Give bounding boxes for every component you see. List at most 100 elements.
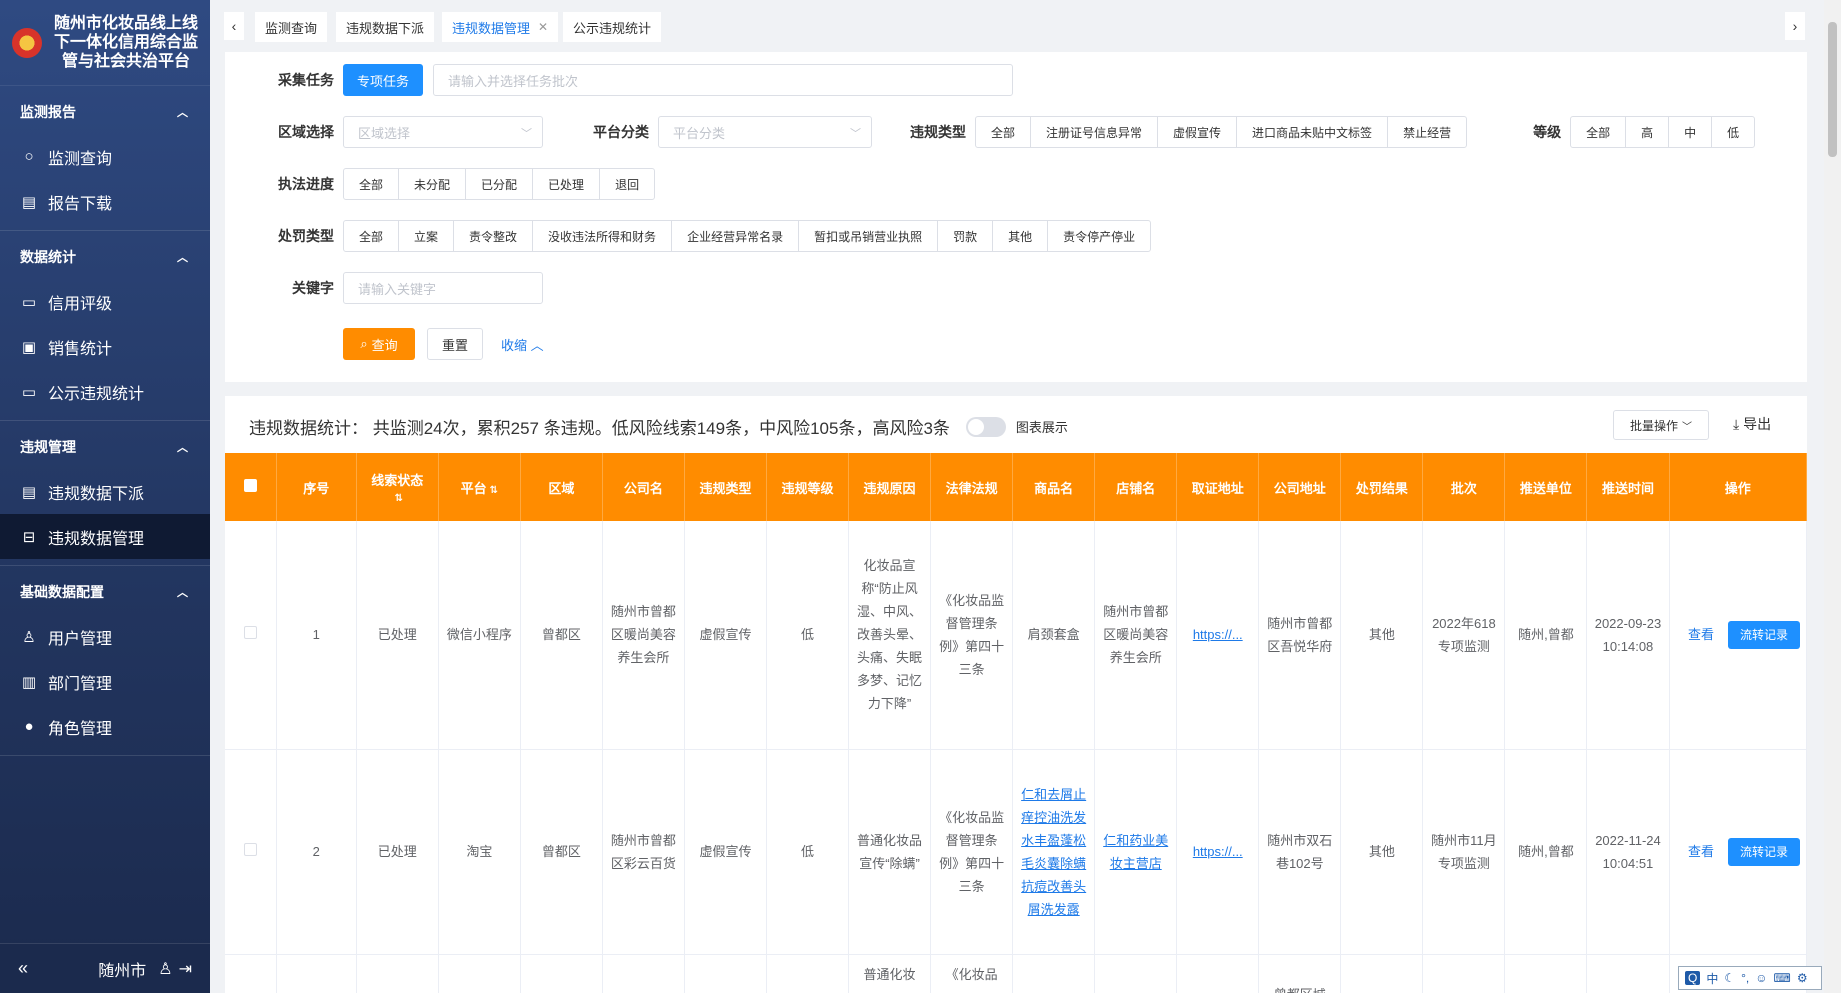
level-option[interactable]: 高 <box>1625 117 1668 147</box>
logout-icon[interactable]: ⇥ <box>179 959 192 979</box>
cell-shop: 随州市曾都区暖尚美容养生会所 <box>1094 521 1178 750</box>
vtype-option[interactable]: 虚假宣传 <box>1157 117 1236 147</box>
moon-icon[interactable]: ☾ <box>1724 971 1735 985</box>
platform-label: 平台分类 <box>593 124 649 140</box>
task-input[interactable]: 请输入并选择任务批次 <box>433 64 1014 96</box>
group-head-base[interactable]: 基础数据配置 ︿ <box>0 570 210 614</box>
vtype-option[interactable]: 禁止经营 <box>1387 117 1466 147</box>
sort-icon[interactable]: ⇅ <box>490 485 498 496</box>
punish-option[interactable]: 其他 <box>992 221 1047 251</box>
punish-option[interactable]: 责令停产停业 <box>1047 221 1150 251</box>
keyword-input[interactable]: 请输入关键字 <box>343 272 543 304</box>
tabs-next-icon[interactable]: › <box>1785 12 1805 40</box>
group-head-report[interactable]: 监测报告 ︿ <box>0 90 210 134</box>
cell-address: 曾都区城 <box>1258 954 1342 993</box>
collapse-sidebar-icon[interactable]: « <box>18 958 28 979</box>
table-row: 2 已处理 淘宝 曾都区 随州市曾都区彩云百货 虚假宣传 低 普通化妆品宣传“除… <box>225 749 1807 955</box>
vtype-option[interactable]: 全部 <box>976 117 1030 147</box>
ime-mode[interactable]: 中 <box>1706 970 1718 987</box>
col-header-platform[interactable]: 平台 ⇅ <box>438 453 521 521</box>
special-task-button[interactable]: 专项任务 <box>343 64 424 96</box>
tab-monitor-query[interactable]: 监测查询 <box>255 12 328 42</box>
sidebar-item-violation-dispatch[interactable]: ▤ 违规数据下派 <box>0 469 210 514</box>
vtype-option[interactable]: 注册证号信息异常 <box>1030 117 1157 147</box>
progress-option[interactable]: 全部 <box>344 169 398 199</box>
close-icon[interactable]: ✕ <box>538 20 548 34</box>
tab-public-violation-stats[interactable]: 公示违规统计 <box>563 12 662 42</box>
sidebar-item-role-manage[interactable]: ● 角色管理 <box>0 704 210 749</box>
col-header: 推送时间 <box>1586 453 1670 521</box>
platform-select[interactable]: 平台分类 ﹀ <box>658 116 872 148</box>
view-link[interactable]: 查看 <box>1688 844 1714 859</box>
group-head-violation[interactable]: 违规管理 ︿ <box>0 425 210 469</box>
progress-option[interactable]: 退回 <box>599 169 654 199</box>
punish-option[interactable]: 罚款 <box>937 221 992 251</box>
flow-record-button[interactable]: 流转记录 <box>1727 837 1800 866</box>
progress-option[interactable]: 未分配 <box>398 169 465 199</box>
row-checkbox[interactable] <box>243 843 257 856</box>
cell-vtype <box>684 954 767 993</box>
sidebar-item-user-manage[interactable]: ♙ 用户管理 <box>0 614 210 659</box>
smile-icon[interactable]: ☺ <box>1755 971 1767 985</box>
level-option[interactable]: 低 <box>1711 117 1754 147</box>
reset-button[interactable]: 重置 <box>427 328 483 360</box>
group-label: 违规管理 <box>20 439 76 455</box>
evidence-link[interactable]: https://... <box>1193 627 1243 642</box>
punish-option[interactable]: 没收违法所得和财务 <box>532 221 671 251</box>
keyboard-icon[interactable]: ⌨ <box>1774 971 1791 985</box>
tabs-prev-icon[interactable]: ‹ <box>224 12 244 40</box>
row-select <box>225 521 277 750</box>
cell-no: 1 <box>276 521 357 750</box>
punish-option[interactable]: 企业经营异常名录 <box>671 221 798 251</box>
group-head-stats[interactable]: 数据统计 ︿ <box>0 235 210 279</box>
chevron-up-icon: ︿ <box>530 337 544 353</box>
row-checkbox[interactable] <box>243 626 257 640</box>
level-option[interactable]: 全部 <box>1571 117 1625 147</box>
progress-option[interactable]: 已分配 <box>465 169 532 199</box>
sidebar-item-monitor-query[interactable]: ○ 监测查询 <box>0 134 210 179</box>
region-select[interactable]: 区域选择 ﹀ <box>343 116 543 148</box>
col-header: 店铺名 <box>1094 453 1178 521</box>
collapse-link[interactable]: 收缩 ︿ <box>501 335 544 354</box>
cell-time: 2022-09-23 10:14:08 <box>1586 521 1670 750</box>
export-button[interactable]: ⤓ 导出 <box>1733 414 1771 434</box>
product-link[interactable]: 仁和去屑止痒控油洗发水丰盈蓬松毛炎囊除螨抗痘改善头屑洗发露 <box>1021 787 1086 917</box>
group-label: 基础数据配置 <box>20 584 104 600</box>
punish-option[interactable]: 全部 <box>344 221 398 251</box>
tab-violation-manage[interactable]: 违规数据管理 ✕ <box>442 12 559 42</box>
punish-option[interactable]: 立案 <box>398 221 453 251</box>
punctuation-icon[interactable]: °, <box>1741 971 1749 985</box>
batch-dropdown[interactable]: 批量操作 ﹀ <box>1613 410 1709 440</box>
sidebar-item-sales-stats[interactable]: ▣ 销售统计 <box>0 324 210 369</box>
query-button[interactable]: ⌕ 查询 <box>343 328 415 360</box>
punish-option[interactable]: 暂扣或吊销营业执照 <box>798 221 937 251</box>
vtype-option[interactable]: 进口商品未贴中文标签 <box>1236 117 1387 147</box>
sort-icon[interactable]: ⇅ <box>395 493 403 504</box>
sidebar-item-credit-rating[interactable]: ▭ 信用评级 <box>0 279 210 324</box>
cell-actions: 查看 流转记录 <box>1669 749 1807 955</box>
level-option[interactable]: 中 <box>1668 117 1711 147</box>
sidebar-item-public-violation-stats[interactable]: ▭ 公示违规统计 <box>0 369 210 414</box>
view-link[interactable]: 查看 <box>1688 627 1714 642</box>
user-icon[interactable]: ♙ <box>158 959 172 979</box>
punish-option[interactable]: 责令整改 <box>453 221 532 251</box>
page-scrollbar[interactable] <box>1824 0 1841 993</box>
ime-toolbar[interactable]: Q 中 ☾ °, ☺ ⌨ ⚙ <box>1678 966 1822 990</box>
col-header-status[interactable]: 线索状态 ⇅ <box>356 453 439 521</box>
select-all-checkbox[interactable] <box>243 479 257 492</box>
shop-link[interactable]: 仁和药业美妆主营店 <box>1103 833 1168 871</box>
cell-unit: 随州,曾都 <box>1504 521 1588 750</box>
evidence-link[interactable]: https://... <box>1193 844 1243 859</box>
sidebar-item-dept-manage[interactable]: ▥ 部门管理 <box>0 659 210 704</box>
sidebar: ★ 随州市化妆品线上线下一体化信用综合监管与社会共治平台 监测报告 ︿ ○ 监测查询… <box>0 0 210 993</box>
tab-violation-dispatch[interactable]: 违规数据下派 <box>336 12 435 42</box>
cell-status <box>356 954 439 993</box>
scrollbar-thumb[interactable] <box>1828 22 1837 157</box>
sidebar-item-report-download[interactable]: ▤ 报告下载 <box>0 179 210 224</box>
flow-record-button[interactable]: 流转记录 <box>1727 620 1800 649</box>
sidebar-item-violation-manage[interactable]: ⊟ 违规数据管理 <box>0 514 210 559</box>
progress-option[interactable]: 已处理 <box>532 169 599 199</box>
wrench-icon[interactable]: ⚙ <box>1797 971 1808 985</box>
tab-label: 公示违规统计 <box>573 20 652 36</box>
chart-toggle[interactable] <box>965 416 1006 437</box>
